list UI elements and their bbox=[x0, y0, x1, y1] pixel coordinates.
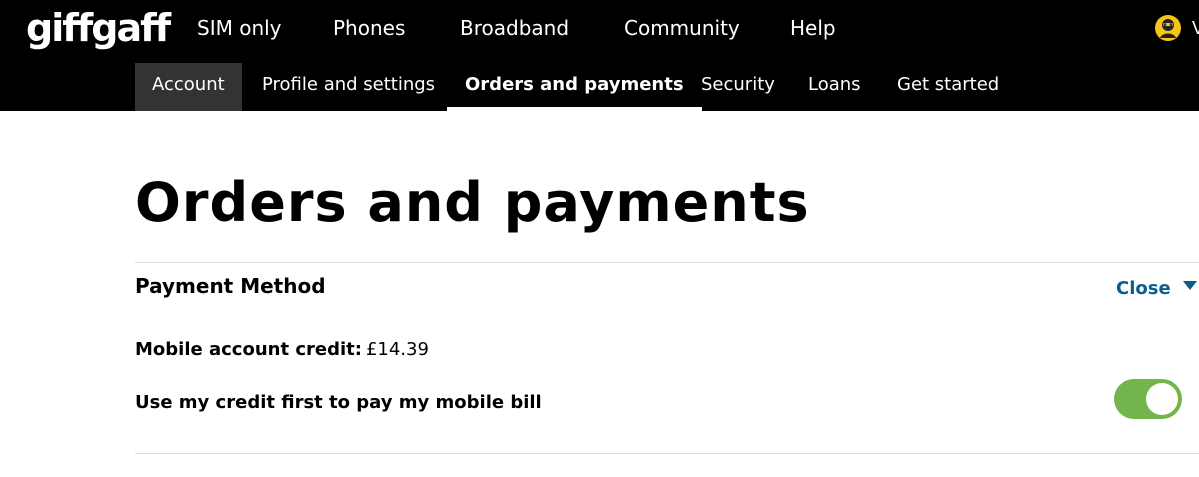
payment-method-heading: Payment Method bbox=[135, 274, 326, 298]
tab-account[interactable]: Account bbox=[135, 63, 242, 111]
use-credit-first-toggle[interactable] bbox=[1114, 379, 1182, 419]
user-initial[interactable]: V bbox=[1192, 18, 1199, 39]
close-section-button[interactable]: Close bbox=[1116, 278, 1171, 299]
credit-label: Mobile account credit: bbox=[135, 339, 362, 360]
nav-phones[interactable]: Phones bbox=[333, 16, 405, 40]
tab-security[interactable]: Security bbox=[701, 63, 775, 111]
caret-down-icon[interactable] bbox=[1183, 281, 1197, 290]
top-header: giffgaff SIM only Phones Broadband Commu… bbox=[0, 0, 1199, 111]
nav-sim-only[interactable]: SIM only bbox=[197, 16, 282, 40]
tab-profile-and-settings[interactable]: Profile and settings bbox=[262, 63, 435, 111]
tab-get-started[interactable]: Get started bbox=[897, 63, 999, 111]
user-avatar-icon[interactable] bbox=[1154, 14, 1182, 42]
use-credit-first-label: Use my credit first to pay my mobile bil… bbox=[135, 392, 542, 413]
tab-orders-and-payments[interactable]: Orders and payments bbox=[447, 63, 702, 111]
giffgaff-logo[interactable]: giffgaff bbox=[26, 6, 171, 50]
credit-value: £14.39 bbox=[365, 339, 429, 360]
account-credit-row: Mobile account credit: £14.39 bbox=[135, 339, 429, 360]
section-divider-bottom bbox=[135, 453, 1199, 454]
toggle-knob bbox=[1146, 383, 1178, 415]
nav-community[interactable]: Community bbox=[624, 16, 740, 40]
section-divider-top bbox=[135, 262, 1199, 263]
page-title: Orders and payments bbox=[135, 171, 810, 234]
tab-loans[interactable]: Loans bbox=[808, 63, 861, 111]
nav-broadband[interactable]: Broadband bbox=[460, 16, 569, 40]
nav-help[interactable]: Help bbox=[790, 16, 836, 40]
